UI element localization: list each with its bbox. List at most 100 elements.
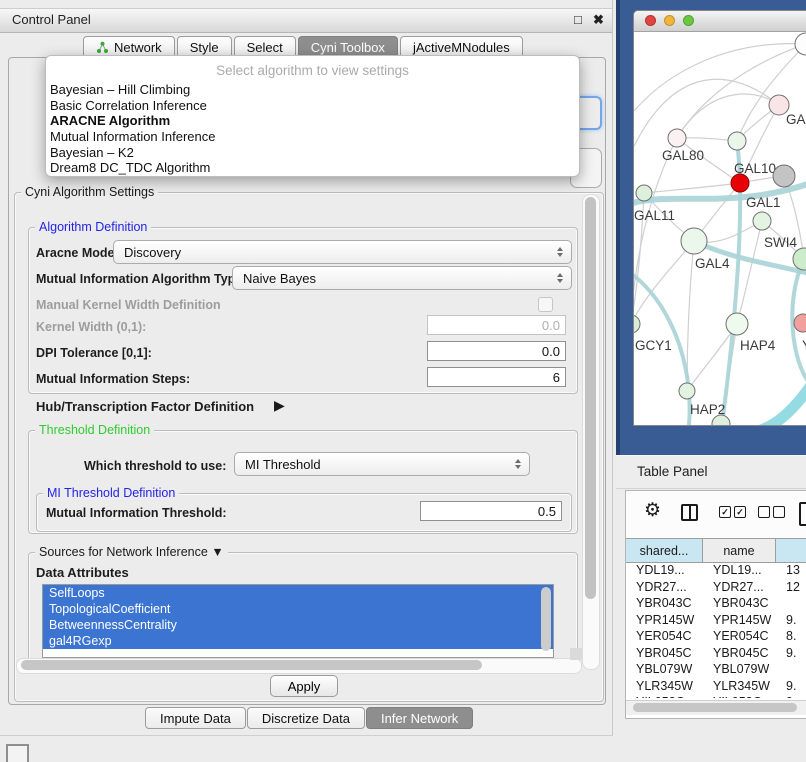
dropdown-option[interactable]: Mutual Information Inference: [46, 129, 579, 145]
apply-button[interactable]: Apply: [270, 675, 338, 697]
column-header[interactable]: shared...: [626, 539, 703, 562]
table-cell: YBR043C: [703, 595, 776, 612]
table-cell: YDR27...: [626, 579, 703, 596]
network-window[interactable]: GALGAL80GAL10GAL1GAL11SWI4GAL4GCY1HAP4YH…: [633, 10, 806, 426]
which-threshold-combo[interactable]: MI Threshold: [234, 452, 530, 476]
tab-cyni-toolbox[interactable]: Cyni Toolbox: [298, 36, 398, 57]
export-table-icon[interactable]: [799, 502, 806, 526]
table-row[interactable]: YBL079WYBL079W: [626, 661, 806, 678]
network-canvas[interactable]: GALGAL80GAL10GAL1GAL11SWI4GAL4GCY1HAP4YH…: [634, 32, 806, 425]
table-rows: YDL19...YDL19...13YDR27...YDR27...12YBR0…: [626, 562, 806, 698]
table-settings-gear-icon[interactable]: ⚙: [644, 501, 661, 520]
expand-right-icon[interactable]: ▶: [274, 397, 285, 414]
dropdown-option[interactable]: Bayesian – K2: [46, 145, 579, 161]
table-row[interactable]: YDL19...YDL19...13: [626, 562, 806, 579]
mi-algorithm-type-combo[interactable]: Naive Bayes: [232, 266, 572, 290]
list-scrollbar[interactable]: [541, 587, 551, 651]
attribute-item[interactable]: BetweennessCentrality: [43, 617, 553, 633]
combo-value: Naive Bayes: [243, 271, 316, 286]
mi-steps-field[interactable]: [427, 367, 566, 387]
network-node-y[interactable]: [794, 314, 806, 332]
network-node-hap4[interactable]: [726, 313, 748, 335]
network-icon: [96, 41, 109, 54]
table-row[interactable]: YER054CYER054C8.: [626, 628, 806, 645]
network-node-gal11[interactable]: [636, 185, 652, 201]
zoom-traffic-light[interactable]: [683, 15, 694, 26]
aracne-mode-combo[interactable]: Discovery: [113, 240, 572, 264]
network-edge[interactable]: [687, 241, 694, 391]
dpi-tolerance-label: DPI Tolerance [0,1]:: [36, 346, 152, 360]
minimize-traffic-light[interactable]: [664, 15, 675, 26]
control-panel: Control Panel □ ✖ NetworkStyleSelectCyni…: [0, 0, 613, 736]
node-label: GAL4: [695, 256, 730, 271]
table-row[interactable]: YBR045CYBR045C9.: [626, 645, 806, 662]
table-hscrollbar-thumb[interactable]: [633, 703, 797, 712]
dropdown-option[interactable]: Dream8 DC_TDC Algorithm: [46, 160, 579, 176]
attribute-item[interactable]: SelfLoops: [43, 585, 553, 601]
tab-label: Cyni Toolbox: [311, 40, 385, 55]
network-node-hap2[interactable]: [679, 383, 695, 399]
manual-kernel-checkbox[interactable]: [538, 297, 553, 312]
network-node[interactable]: [793, 248, 806, 270]
table-row[interactable]: YIL052CYIL052C9: [626, 694, 806, 698]
network-node-swi4[interactable]: [753, 212, 771, 230]
table-cell: YER054C: [703, 628, 776, 645]
minimized-panel-icon[interactable]: [6, 744, 29, 762]
data-attributes-label: Data Attributes: [36, 565, 129, 580]
network-node-gal1[interactable]: [731, 174, 749, 192]
combo-value: MI Threshold: [245, 457, 321, 472]
manual-kernel-label: Manual Kernel Width Definition: [36, 298, 221, 312]
table-cell: YBR045C: [626, 645, 703, 662]
attribute-item[interactable]: gal4RGexp: [43, 633, 553, 649]
table-cell: YIL052C: [626, 694, 703, 698]
tab-infer-network[interactable]: Infer Network: [366, 707, 473, 729]
settings-vscrollbar-thumb[interactable]: [585, 197, 596, 599]
tab-style[interactable]: Style: [177, 36, 232, 57]
deselect-all-rows-icon[interactable]: [758, 506, 785, 518]
tab-jactivemnodules[interactable]: jActiveMNodules: [400, 36, 523, 57]
dropdown-option[interactable]: Bayesian – Hill Climbing: [46, 82, 579, 98]
group-title: Threshold Definition: [35, 423, 154, 437]
combo-arrows-icon: [515, 459, 521, 469]
network-node-gal4[interactable]: [681, 228, 707, 254]
column-header[interactable]: name: [703, 539, 776, 562]
hub-definition-label: Hub/Transcription Factor Definition: [36, 399, 254, 414]
table-cell: YBR043C: [626, 595, 703, 612]
network-window-titlebar[interactable]: [634, 11, 806, 32]
float-panel-icon[interactable]: □: [574, 12, 582, 27]
kernel-width-field[interactable]: [427, 315, 566, 335]
network-edge[interactable]: [644, 183, 740, 193]
settings-hscrollbar-thumb[interactable]: [21, 660, 482, 670]
table-row[interactable]: YBR043CYBR043C: [626, 595, 806, 612]
dropdown-option[interactable]: Basic Correlation Inference: [46, 98, 579, 114]
collapse-down-icon[interactable]: ▼: [211, 545, 223, 559]
network-node[interactable]: [773, 165, 795, 187]
network-node-gal80[interactable]: [668, 129, 686, 147]
combo-value: Discovery: [124, 245, 181, 260]
close-traffic-light[interactable]: [645, 15, 656, 26]
network-node[interactable]: [795, 33, 806, 55]
screen: Control Panel □ ✖ NetworkStyleSelectCyni…: [0, 0, 806, 762]
table-row[interactable]: YLR345WYLR345W9.: [626, 678, 806, 695]
table-hscrollbar-track[interactable]: [626, 700, 806, 715]
tab-impute-data[interactable]: Impute Data: [145, 707, 246, 729]
attribute-item[interactable]: TopologicalCoefficient: [43, 601, 553, 617]
tab-discretize-data[interactable]: Discretize Data: [247, 707, 365, 729]
mi-threshold-field[interactable]: [420, 501, 562, 521]
tab-network[interactable]: Network: [83, 36, 175, 57]
network-node-gcy1[interactable]: [634, 315, 640, 333]
select-all-rows-icon[interactable]: ✓✓: [719, 506, 746, 518]
table-cell: YIL052C: [703, 694, 776, 698]
dpi-tolerance-field[interactable]: [427, 341, 566, 361]
column-visibility-icon[interactable]: [681, 504, 698, 521]
table-row[interactable]: YDR27...YDR27...12: [626, 579, 806, 596]
node-label: SWI4: [764, 235, 797, 250]
column-header[interactable]: A: [776, 539, 806, 562]
close-panel-icon[interactable]: ✖: [593, 12, 604, 28]
table-row[interactable]: YPR145WYPR145W9.: [626, 612, 806, 629]
data-attributes-list[interactable]: SelfLoopsTopologicalCoefficientBetweenne…: [42, 584, 554, 658]
network-node-gal10[interactable]: [728, 132, 746, 150]
network-edge[interactable]: [746, 378, 806, 425]
dropdown-option[interactable]: ARACNE Algorithm: [46, 113, 579, 129]
tab-select[interactable]: Select: [234, 36, 296, 57]
